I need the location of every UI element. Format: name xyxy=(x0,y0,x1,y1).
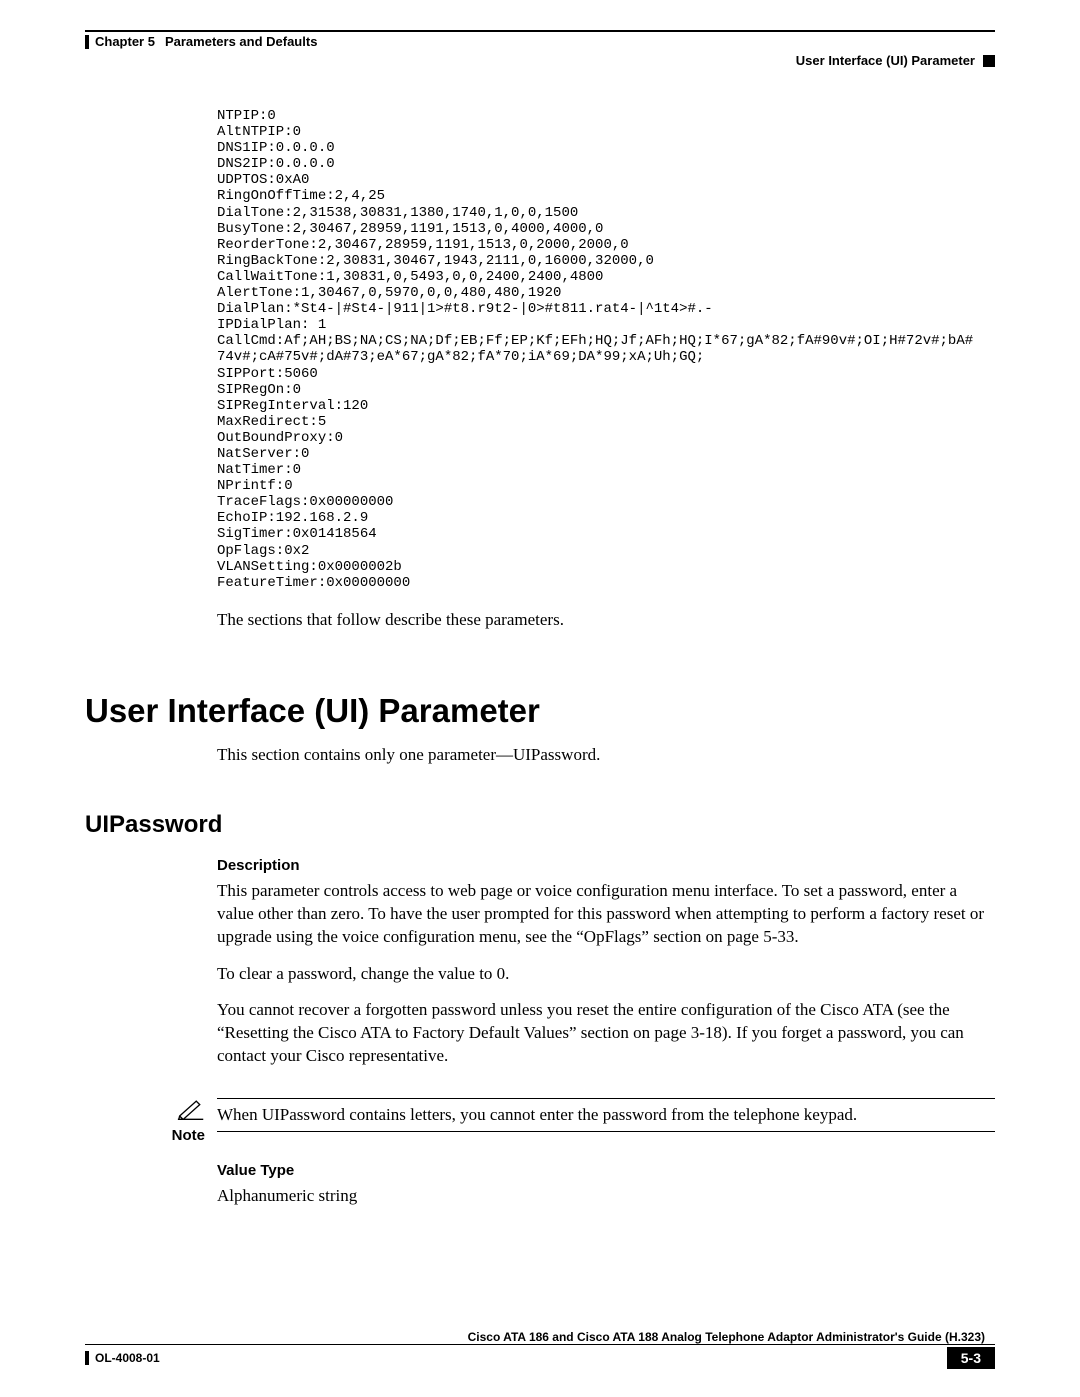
note-label: Note xyxy=(85,1127,205,1144)
note-text: When UIPassword contains letters, you ca… xyxy=(217,1098,995,1132)
description-p1: This parameter controls access to web pa… xyxy=(217,880,995,949)
valuetype-text: Alphanumeric string xyxy=(217,1185,995,1208)
section-heading: User Interface (UI) Parameter xyxy=(85,692,995,730)
footer-doc-code: OL-4008-01 xyxy=(95,1351,160,1365)
footer-left: OL-4008-01 xyxy=(85,1351,160,1365)
footer-doc-title: Cisco ATA 186 and Cisco ATA 188 Analog T… xyxy=(85,1330,995,1344)
header-rule xyxy=(85,30,995,32)
intro-paragraph: The sections that follow describe these … xyxy=(217,609,995,632)
subsection-heading: UIPassword xyxy=(85,811,995,839)
running-header: Chapter 5 Parameters and Defaults xyxy=(85,34,995,49)
footer-rule xyxy=(85,1344,995,1345)
page-number: 5-3 xyxy=(947,1347,995,1369)
chapter-label: Chapter 5 xyxy=(95,34,155,49)
footer: Cisco ATA 186 and Cisco ATA 188 Analog T… xyxy=(85,1330,995,1369)
header-accent-bar xyxy=(85,35,89,49)
parameter-code-block: NTPIP:0 AltNTPIP:0 DNS1IP:0.0.0.0 DNS2IP… xyxy=(217,108,995,591)
page: Chapter 5 Parameters and Defaults User I… xyxy=(0,0,1080,1397)
section-intro: This section contains only one parameter… xyxy=(217,744,995,767)
footer-top-row: Cisco ATA 186 and Cisco ATA 188 Analog T… xyxy=(85,1330,995,1344)
valuetype-label: Value Type xyxy=(217,1162,995,1179)
footer-accent-bar xyxy=(85,1351,89,1365)
note-block: Note When UIPassword contains letters, y… xyxy=(85,1098,995,1144)
header-left: Chapter 5 Parameters and Defaults xyxy=(85,34,317,49)
description-p2: To clear a password, change the value to… xyxy=(217,963,995,986)
pencil-icon xyxy=(177,1098,205,1120)
footer-bottom-row: OL-4008-01 5-3 xyxy=(85,1347,995,1369)
header-right: User Interface (UI) Parameter xyxy=(85,53,995,68)
chapter-title: Parameters and Defaults xyxy=(165,34,317,49)
header-section-label: User Interface (UI) Parameter xyxy=(796,53,975,68)
description-p3: You cannot recover a forgotten password … xyxy=(217,999,995,1068)
description-label: Description xyxy=(217,857,995,874)
header-accent-square xyxy=(983,55,995,67)
note-left: Note xyxy=(85,1098,217,1144)
